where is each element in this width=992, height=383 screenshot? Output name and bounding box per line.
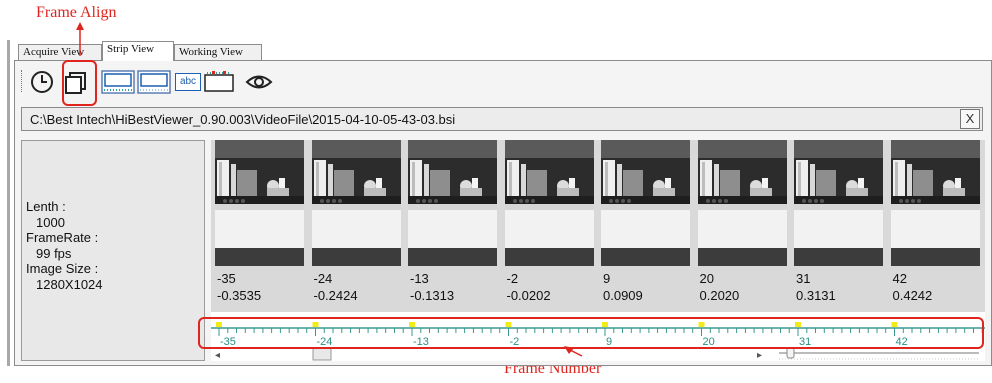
frame-time: 0.0909 [603,288,643,303]
clock-icon[interactable] [29,69,55,95]
tab-acquire-view[interactable]: Acquire View [18,44,102,60]
frame-number: -35 [217,271,236,286]
frame-tile[interactable]: 9 0.0909 [601,140,690,312]
toolbar-grip[interactable] [21,70,23,92]
video-info-panel: Lenth : 1000 FrameRate : 99 fps Image Si… [21,140,205,361]
frame-thumbnail [311,140,401,266]
scroll-left-arrow[interactable]: ◂ [215,350,220,361]
frame-thumbnail [215,140,304,266]
text-label-icon[interactable]: abc [175,73,201,91]
frame-align-highlight [62,60,97,106]
frame-time: -0.2424 [313,288,358,303]
eye-icon[interactable] [245,69,273,95]
tab-bar: Acquire View Strip View Working View [10,40,989,61]
frame-tile[interactable]: 20 0.2020 [697,140,787,312]
scroll-right-arrow[interactable]: ▸ [757,350,762,361]
tab-strip-view[interactable]: Strip View [102,41,174,61]
frame-align-annotation: Frame Align [36,4,117,21]
scrollbar-thumb[interactable] [312,347,332,361]
image-size-value: 1280X1024 [36,276,103,292]
framerate-label: FrameRate : [26,230,99,245]
frame-time: 0.3131 [796,288,836,303]
frame-time: 0.4242 [892,288,933,303]
frame-tile[interactable]: 42 0.4242 [890,140,980,312]
strip-layout-icon[interactable] [101,69,135,95]
frame-thumbnail [794,140,883,266]
zoom-slider[interactable] [773,347,985,361]
frame-number: 9 [603,271,611,286]
frame-tile[interactable]: 31 0.3131 [794,140,883,312]
frame-tile[interactable]: -2 -0.0202 [504,140,594,312]
frame-thumbnail [504,140,594,266]
tab-working-view[interactable]: Working View [174,44,262,60]
frame-time: -0.0202 [506,288,551,303]
length-label: Lenth : [26,199,66,214]
frame-number: -2 [506,271,519,286]
frame-thumbnail [408,140,497,266]
frame-number: -13 [410,271,429,286]
frame-thumbnail [601,140,690,266]
length-value: 1000 [36,214,65,230]
zoom-slider-thumb[interactable] [786,347,795,359]
file-path-bar: C:\Best Intech\HiBestViewer_0.90.003\Vid… [21,107,983,131]
frame-tile[interactable]: -24 -0.2424 [311,140,401,312]
strip-layout-alt-icon[interactable] [137,69,171,95]
frame-tile[interactable]: -13 -0.1313 [408,140,497,312]
frame-thumbnail [697,140,787,266]
frame-time: -0.3535 [217,288,262,303]
frame-time: 0.2020 [699,288,740,303]
frame-time: -0.1313 [410,288,455,303]
frame-number: 20 [699,271,714,286]
frame-number: -24 [313,271,333,286]
image-size-label: Image Size : [26,261,99,276]
frame-number: 31 [796,271,811,286]
horizontal-scrollbar[interactable]: ◂ ▸ [211,347,771,361]
file-path: C:\Best Intech\HiBestViewer_0.90.003\Vid… [30,112,456,127]
framerate-value: 99 fps [36,245,72,261]
close-file-button[interactable]: X [960,109,980,129]
frame-tile[interactable]: -35 -0.3535 [215,140,304,312]
frame-number-highlight [198,317,984,349]
frame-thumbnail [890,140,980,266]
frame-number: 42 [892,271,907,286]
ruler-icon[interactable] [203,69,237,95]
